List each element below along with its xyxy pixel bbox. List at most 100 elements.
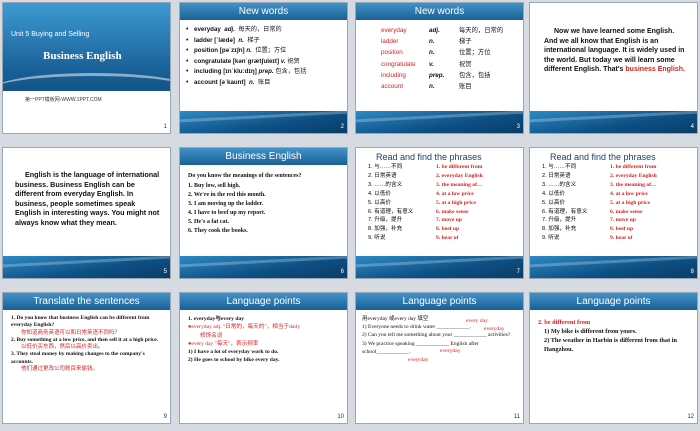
example: 2) He goes to school by bike every day. bbox=[188, 357, 280, 364]
slide-number: 7 bbox=[516, 269, 520, 275]
list-item: 7. move up bbox=[610, 217, 636, 224]
list-item: • position [pəˈzɪʃn] n. 位置；方位 bbox=[186, 47, 287, 54]
list-item: • including [ɪnˈkluːdɪŋ] prep. 包含，包括 bbox=[186, 68, 307, 75]
list-item: position n. 位置；方位 bbox=[381, 49, 491, 57]
point-text: ●every day "每天"，表示频率 bbox=[188, 340, 259, 347]
answer: 以低价买东西，然后以高价卖出。 bbox=[21, 344, 104, 351]
list-item: 6. make sense bbox=[610, 208, 643, 215]
slide-header: Language points bbox=[356, 293, 523, 310]
slide-thumbnail-6[interactable]: Business English Do you know the meaning… bbox=[180, 148, 347, 278]
phrases-chinese: 1. 与……不同 2. 日常英语 3. ……的含义 4. 以低价 5. 以高价 … bbox=[368, 163, 413, 243]
list-item: 1. 与……不同 bbox=[368, 164, 403, 170]
list-item: 6. make sense bbox=[436, 208, 469, 215]
list-item: 1. be different from bbox=[610, 164, 657, 170]
answer: every day bbox=[466, 318, 488, 324]
question: Do you know the meanings of the sentence… bbox=[188, 173, 302, 179]
slide-number: 5 bbox=[163, 269, 167, 275]
slide-thumbnail-7[interactable]: Read and find the phrases 1. 与……不同 2. 日常… bbox=[356, 148, 523, 278]
point-text: ●everyday adj. "日常的，每天的"，相当于daily bbox=[188, 324, 301, 331]
list-item: 7. move up bbox=[436, 217, 462, 224]
slide-footer-band bbox=[356, 111, 523, 133]
list-item: 6. They cook the books. bbox=[188, 228, 248, 234]
vocab-list: • everyday adj. 每天的，日常的 • ladder [ˈlædə] n… bbox=[186, 25, 341, 88]
slide-number: 6 bbox=[340, 269, 344, 275]
list-item: 5. at a high price bbox=[610, 199, 650, 206]
slide-thumbnail-4[interactable]: Now we have learned some English. And we… bbox=[530, 3, 697, 133]
list-item: 6. 有道理，有意义 bbox=[542, 208, 588, 215]
answer: 他们通过更改公司账目来偷钱。 bbox=[21, 366, 99, 373]
list-item: 1. be different from bbox=[436, 164, 483, 170]
list-item: including prep. 包含，包括 bbox=[381, 71, 491, 79]
question: 1. Do you know that business English can… bbox=[11, 315, 150, 329]
slide-footer-band bbox=[180, 256, 347, 278]
question: 3. They steal money by making changes to… bbox=[11, 351, 145, 365]
list-item: ladder n. 梯子 bbox=[381, 38, 472, 46]
list-item: 5. He's a fat cat. bbox=[188, 219, 229, 225]
list-item: • account [əˈkaunt] n. 账目 bbox=[186, 78, 271, 86]
list-item: 1. Buy low, sell high. bbox=[188, 183, 241, 189]
slide-thumbnail-5[interactable]: English is the language of international… bbox=[3, 148, 170, 278]
list-item: 2. 日常英语 bbox=[368, 172, 397, 179]
language-points: 2. be different from 1) My bike is diffe… bbox=[538, 318, 691, 354]
list-item: 6. 有道理，有意义 bbox=[368, 208, 414, 215]
list-item: • ladder [ˈlædə] n. 梯子 bbox=[186, 36, 260, 44]
list-item: everyday adj. 每天的，日常的 bbox=[381, 27, 504, 34]
slide-header: Language points bbox=[180, 293, 347, 310]
list-item: 2. everyday English bbox=[436, 172, 483, 179]
list-item: • congratulate [kənˈɡrætʃuleɪt] v. 祝贺 bbox=[186, 57, 300, 65]
slide-sorter-grid: Unit 5 Buying and Selling Business Engli… bbox=[0, 0, 700, 431]
slide-number: 1 bbox=[163, 124, 167, 130]
slide-header: Language points bbox=[530, 293, 697, 310]
slide-header: Read and find the phrases bbox=[376, 152, 482, 162]
list-item: 3. ……的含义 bbox=[542, 181, 577, 188]
example: 1) I have a lot of everyday work to do. bbox=[188, 349, 279, 356]
list-item: 2. everyday English bbox=[610, 172, 657, 179]
list-item: 9. 听说 bbox=[368, 235, 386, 242]
slide-thumbnail-1[interactable]: Unit 5 Buying and Selling Business Engli… bbox=[3, 3, 170, 133]
list-item: 7. 升级，提升 bbox=[368, 217, 403, 224]
slide-header: New words bbox=[180, 3, 347, 20]
slide-thumbnail-9[interactable]: Translate the sentences 1. Do you know t… bbox=[3, 293, 170, 423]
slide-thumbnail-10[interactable]: Language points 1. everyday与every day ●e… bbox=[180, 293, 347, 423]
example: 2) The weather in Harbin is different fr… bbox=[544, 337, 677, 353]
question: 2) Can you tell me something about your … bbox=[362, 332, 511, 339]
list-item: 5. 以高价 bbox=[542, 199, 566, 206]
point-title: 2. be different from bbox=[538, 319, 591, 326]
translation-list: 1. Do you know that business English can… bbox=[11, 315, 164, 373]
sentence-list: Do you know the meanings of the sentence… bbox=[188, 172, 341, 236]
slide-thumbnail-12[interactable]: Language points 2. be different from 1) … bbox=[530, 293, 697, 423]
list-item: 4. 以低价 bbox=[368, 190, 392, 197]
language-points: 1. everyday与every day ●everyday adj. "日常… bbox=[188, 315, 341, 365]
slide-footer-band bbox=[180, 111, 347, 133]
slide-thumbnail-2[interactable]: New words • everyday adj. 每天的，日常的 • ladder… bbox=[180, 3, 347, 133]
slide-title: Business English bbox=[43, 50, 122, 62]
slide-header: Read and find the phrases bbox=[550, 152, 656, 162]
slide-number: 11 bbox=[513, 414, 520, 420]
slide-header: New words bbox=[356, 3, 523, 20]
example: 1) My bike is different from yours. bbox=[544, 328, 637, 335]
intro-paragraph: Now we have learned some English. And we… bbox=[544, 28, 685, 73]
list-item: 4. at a low price bbox=[436, 190, 474, 197]
list-item: 2. 日常英语 bbox=[542, 172, 571, 179]
answer: everyday bbox=[440, 348, 461, 354]
point-text: 修饰名词 bbox=[200, 332, 223, 339]
phrases-english: 1. be different from 2. everyday English… bbox=[436, 163, 483, 243]
slide-number: 9 bbox=[163, 414, 167, 420]
list-item: 2. We're in the red this month. bbox=[188, 192, 266, 198]
slide-number: 3 bbox=[516, 124, 520, 130]
slide-thumbnail-11[interactable]: Language points 用everyday 或every day 填空 … bbox=[356, 293, 523, 423]
point-title: 1. everyday与every day bbox=[188, 316, 245, 322]
list-item: 9. hear of bbox=[610, 235, 633, 242]
slide-number: 10 bbox=[337, 414, 344, 420]
paragraph: English is the language of international… bbox=[15, 170, 160, 227]
instruction: 用everyday 或every day 填空 bbox=[362, 316, 429, 322]
slide-thumbnail-8[interactable]: Read and find the phrases 1. 与……不同 2. 日常… bbox=[530, 148, 697, 278]
list-item: 8. beef up bbox=[436, 226, 460, 233]
phrases-chinese: 1. 与……不同 2. 日常英语 3. ……的含义 4. 以低价 5. 以高价 … bbox=[542, 163, 587, 243]
list-item: 3. ……的含义 bbox=[368, 181, 403, 188]
slide-footer-band bbox=[530, 111, 697, 133]
answer: everyday bbox=[408, 357, 429, 363]
list-item: 4. 以低价 bbox=[542, 190, 566, 197]
slide-thumbnail-3[interactable]: New words everyday adj. 每天的，日常的 ladder n. 梯子… bbox=[356, 3, 523, 133]
slide-header: Business English bbox=[180, 148, 347, 165]
